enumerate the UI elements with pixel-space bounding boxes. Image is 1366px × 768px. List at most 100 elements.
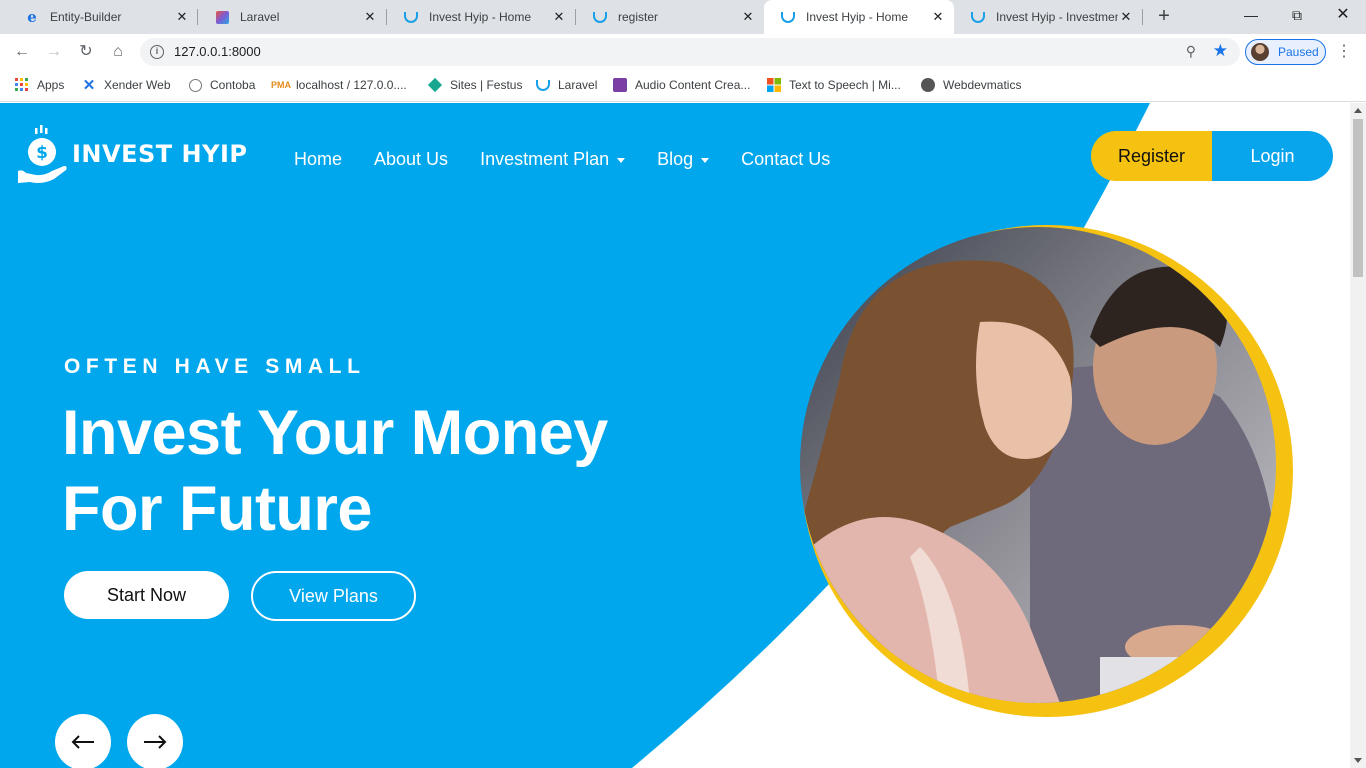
hero-headline-line-1: Invest Your Money	[62, 398, 608, 468]
hero-photo	[800, 227, 1276, 703]
profile-button[interactable]: Paused	[1245, 39, 1326, 65]
logo-text: INVEST HYIP	[72, 140, 248, 168]
nav-blog[interactable]: Blog	[657, 149, 710, 170]
view-plans-button[interactable]: View Plans	[251, 571, 416, 621]
browser-tab-invest-hyip-home-active[interactable]: Invest Hyip - Home ✕	[764, 0, 954, 34]
nav-about-us[interactable]: About Us	[374, 149, 448, 170]
bookmark-star-icon[interactable]: ★	[1213, 41, 1228, 61]
scroll-down-icon[interactable]	[1354, 758, 1362, 763]
bookmark-audio-content[interactable]: Audio Content Crea...	[612, 77, 750, 93]
close-tab-icon[interactable]: ✕	[740, 9, 756, 25]
arrow-right-icon	[144, 735, 167, 749]
site-info-icon[interactable]: i	[150, 45, 164, 59]
hyip-icon	[592, 9, 608, 25]
page-viewport: $ INVEST HYIP Home About Us Investment P…	[0, 103, 1350, 768]
bookmark-laravel[interactable]: Laravel	[535, 77, 597, 93]
tab-separator	[1142, 9, 1143, 25]
arrow-left-icon	[71, 735, 94, 749]
phpmyadmin-icon: PMA	[271, 80, 291, 90]
browser-tab-laravel[interactable]: Laravel ✕	[198, 0, 386, 34]
reload-icon[interactable]: ↻	[74, 40, 98, 64]
bookmark-contoba[interactable]: Contoba	[187, 77, 255, 93]
close-tab-icon[interactable]: ✕	[551, 9, 567, 25]
nav-investment-plan[interactable]: Investment Plan	[480, 149, 626, 170]
chevron-down-icon	[701, 158, 710, 163]
zoom-icon[interactable]: ⚲	[1186, 43, 1196, 60]
nav-investment-plan-label: Investment Plan	[480, 149, 610, 169]
hyip-icon	[780, 9, 796, 25]
scroll-up-icon[interactable]	[1354, 108, 1362, 113]
tab-title: Entity-Builder	[50, 10, 122, 24]
bookmark-label: Laravel	[558, 78, 598, 92]
close-tab-icon[interactable]: ✕	[174, 9, 190, 25]
bookmark-label: Apps	[37, 78, 65, 92]
minimize-icon[interactable]: —	[1228, 0, 1274, 30]
audio-icon	[612, 77, 628, 93]
hero-eyebrow: OFTEN HAVE SMALL	[64, 355, 366, 378]
bookmark-label: Contoba	[210, 78, 256, 92]
hyip-icon	[535, 77, 551, 93]
browser-menu-icon[interactable]: ⋮	[1336, 41, 1352, 61]
hero-photo-illustration	[800, 227, 1276, 703]
bookmark-label: Webdevmatics	[943, 78, 1022, 92]
browser-toolbar: ← → ↻ ⌂ i 127.0.0.1:8000 ⚲ ★ Paused ⋮	[0, 34, 1366, 70]
money-hand-logo-icon: $	[18, 125, 67, 183]
start-now-button[interactable]: Start Now	[64, 571, 229, 619]
close-tab-icon[interactable]: ✕	[930, 9, 946, 25]
nav-blog-label: Blog	[657, 149, 694, 169]
browser-tab-strip: e Entity-Builder ✕ Laravel ✕ Invest Hyip…	[0, 0, 1366, 34]
chevron-down-icon	[617, 158, 626, 163]
browser-tab-entity-builder[interactable]: e Entity-Builder ✕	[8, 0, 198, 34]
new-tab-button[interactable]: +	[1152, 6, 1176, 28]
slider-next-button[interactable]	[127, 714, 183, 768]
bookmark-label: Audio Content Crea...	[635, 78, 751, 92]
forward-arrow-icon[interactable]: →	[42, 40, 66, 64]
address-bar[interactable]: i 127.0.0.1:8000 ⚲ ★	[140, 38, 1240, 66]
site-logo[interactable]: $ INVEST HYIP	[16, 125, 247, 187]
nav-contact-us[interactable]: Contact Us	[741, 149, 830, 170]
main-nav: Home About Us Investment Plan Blog Conta…	[294, 149, 862, 170]
svg-text:$: $	[36, 143, 48, 163]
bookmark-sites-festus[interactable]: Sites | Festus	[427, 77, 522, 93]
tab-title: Laravel	[240, 10, 280, 24]
url-text[interactable]: 127.0.0.1:8000	[174, 44, 261, 59]
hyip-icon	[403, 9, 419, 25]
bookmark-webdevmatics[interactable]: Webdevmatics	[920, 77, 1021, 93]
bookmark-label: localhost / 127.0.0....	[296, 78, 407, 92]
page-scrollbar[interactable]	[1350, 103, 1366, 768]
nav-contact-us-label: Contact Us	[741, 149, 831, 169]
restore-icon[interactable]: ⧉	[1274, 0, 1320, 30]
close-tab-icon[interactable]: ✕	[1118, 9, 1134, 25]
close-window-icon[interactable]: ✕	[1320, 0, 1366, 30]
close-tab-icon[interactable]: ✕	[362, 9, 378, 25]
browser-tab-invest-hyip-home[interactable]: Invest Hyip - Home ✕	[387, 0, 575, 34]
tab-title: Invest Hyip - Home	[806, 10, 909, 24]
bookmark-label: Sites | Festus	[450, 78, 523, 92]
bookmark-apps[interactable]: Apps	[14, 77, 64, 93]
avatar	[1251, 43, 1269, 61]
hero-headline: Invest Your Money For Future	[62, 395, 608, 547]
nav-home[interactable]: Home	[294, 149, 342, 170]
bookmark-label: Xender Web	[104, 78, 171, 92]
back-arrow-icon[interactable]: ←	[10, 40, 34, 64]
auth-button-group: Register Login	[1091, 131, 1333, 181]
bookmark-localhost[interactable]: PMA localhost / 127.0.0....	[271, 77, 407, 93]
xender-icon: ✕	[82, 77, 96, 94]
register-button[interactable]: Register	[1091, 131, 1212, 181]
profile-status: Paused	[1278, 45, 1319, 59]
browser-tab-invest-hyip-investment[interactable]: Invest Hyip - Investmen ✕	[954, 0, 1142, 34]
browser-tab-register[interactable]: register ✕	[576, 0, 764, 34]
login-button[interactable]: Login	[1212, 131, 1333, 181]
tab-title: Invest Hyip - Investmen	[996, 10, 1118, 24]
tab-title: register	[618, 10, 659, 24]
bookmark-text-to-speech[interactable]: Text to Speech | Mi...	[766, 77, 901, 93]
bookmarks-bar: Apps ✕ Xender Web Contoba PMA localhost …	[0, 70, 1366, 102]
nav-home-label: Home	[294, 149, 343, 169]
globe-icon	[920, 77, 936, 93]
bookmark-xender-web[interactable]: ✕ Xender Web	[81, 77, 171, 94]
ie-icon: e	[27, 8, 37, 26]
home-icon[interactable]: ⌂	[106, 40, 130, 64]
nav-about-us-label: About Us	[374, 149, 449, 169]
slider-prev-button[interactable]	[55, 714, 111, 768]
scrollbar-thumb[interactable]	[1353, 119, 1363, 277]
